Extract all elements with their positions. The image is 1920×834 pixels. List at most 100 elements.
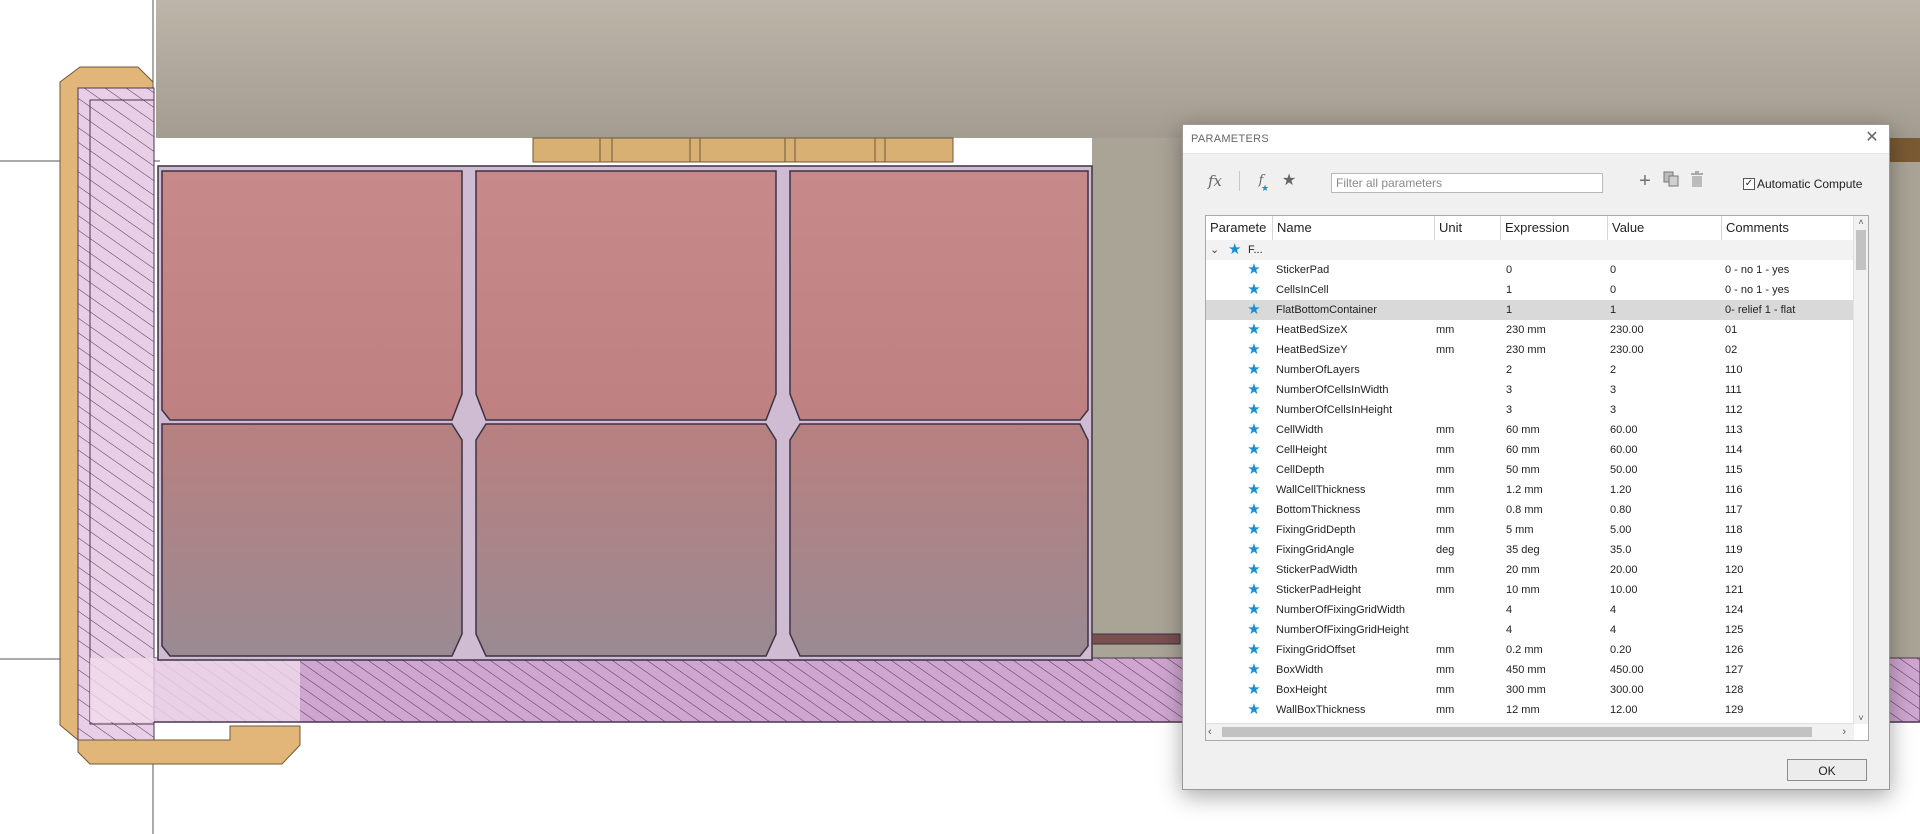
close-icon[interactable]: ✕ xyxy=(1863,129,1881,147)
table-row[interactable]: ★ HeatBedSizeY mm 230 mm 230.00 02 xyxy=(1206,340,1854,360)
parameter-comment[interactable]: 0 - no 1 - yes xyxy=(1725,280,1850,300)
parameter-comment[interactable]: 114 xyxy=(1725,440,1850,460)
parameter-comment[interactable]: 120 xyxy=(1725,560,1850,580)
table-row[interactable]: ★ CellDepth mm 50 mm 50.00 115 xyxy=(1206,460,1854,480)
scroll-up-icon[interactable]: ˄ xyxy=(1854,216,1868,228)
favorite-star-icon[interactable]: ★ xyxy=(1244,620,1264,640)
parameter-expression[interactable]: 50 mm xyxy=(1506,460,1606,480)
table-row[interactable]: ★ FlatBottomContainer 1 1 0- relief 1 - flat xyxy=(1206,300,1854,320)
parameter-comment[interactable]: 125 xyxy=(1725,620,1850,640)
favorite-star-icon[interactable]: ★ xyxy=(1244,300,1264,320)
parameter-expression[interactable]: 12 mm xyxy=(1506,700,1606,720)
favorite-star-icon[interactable]: ★ xyxy=(1244,640,1264,660)
parameter-expression[interactable]: 3 xyxy=(1506,400,1606,420)
parameter-comment[interactable]: 110 xyxy=(1725,360,1850,380)
parameter-expression[interactable]: 3 xyxy=(1506,380,1606,400)
parameter-comment[interactable]: 119 xyxy=(1725,540,1850,560)
parameter-expression[interactable]: 0.2 mm xyxy=(1506,640,1606,660)
table-row[interactable]: ★ NumberOfLayers 2 2 110 xyxy=(1206,360,1854,380)
parameter-expression[interactable]: 0.8 mm xyxy=(1506,500,1606,520)
table-row[interactable]: ★ StickerPadHeight mm 10 mm 10.00 121 xyxy=(1206,580,1854,600)
table-row[interactable]: ★ BottomThickness mm 0.8 mm 0.80 117 xyxy=(1206,500,1854,520)
column-header-unit[interactable]: Unit xyxy=(1435,216,1501,240)
parameter-comment[interactable]: 127 xyxy=(1725,660,1850,680)
table-row[interactable]: ★ NumberOfFixingGridHeight 4 4 125 xyxy=(1206,620,1854,640)
vertical-scrollbar[interactable]: ˄ ˅ xyxy=(1853,216,1868,724)
parameter-comment[interactable]: 126 xyxy=(1725,640,1850,660)
column-header-expression[interactable]: Expression xyxy=(1501,216,1608,240)
table-row[interactable]: ★ NumberOfCellsInHeight 3 3 112 xyxy=(1206,400,1854,420)
table-row[interactable]: ★ WallBoxThickness mm 12 mm 12.00 129 xyxy=(1206,700,1854,720)
chevron-down-icon[interactable]: ⌄ xyxy=(1210,240,1219,260)
table-row[interactable]: ★ BoxHeight mm 300 mm 300.00 128 xyxy=(1206,680,1854,700)
parameter-expression[interactable]: 60 mm xyxy=(1506,420,1606,440)
parameter-comment[interactable]: 128 xyxy=(1725,680,1850,700)
favorite-star-icon[interactable]: ★ xyxy=(1244,460,1264,480)
parameter-expression[interactable]: 5 mm xyxy=(1506,520,1606,540)
automatic-compute-checkbox[interactable]: ✓ xyxy=(1743,178,1755,190)
parameter-comment[interactable]: 124 xyxy=(1725,600,1850,620)
table-row[interactable]: ★ NumberOfCellsInWidth 3 3 111 xyxy=(1206,380,1854,400)
favorite-star-icon[interactable]: ★ xyxy=(1244,480,1264,500)
parameter-expression[interactable]: 10 mm xyxy=(1506,580,1606,600)
table-row[interactable]: ★ CellHeight mm 60 mm 60.00 114 xyxy=(1206,440,1854,460)
parameter-expression[interactable]: 230 mm xyxy=(1506,340,1606,360)
table-row[interactable]: ★ NumberOfFixingGridWidth 4 4 124 xyxy=(1206,600,1854,620)
favorite-star-icon[interactable]: ★ xyxy=(1244,540,1264,560)
delete-icon[interactable] xyxy=(1687,171,1707,191)
favorite-star-icon[interactable]: ★ xyxy=(1244,400,1264,420)
column-header-value[interactable]: Value xyxy=(1608,216,1722,240)
favorite-star-icon[interactable]: ★ xyxy=(1244,440,1264,460)
favorite-star-icon[interactable]: ★ xyxy=(1244,520,1264,540)
parameter-comment[interactable]: 113 xyxy=(1725,420,1850,440)
favorite-star-icon[interactable]: ★ xyxy=(1244,560,1264,580)
column-header-comments[interactable]: Comments xyxy=(1722,216,1854,240)
scroll-left-icon[interactable]: ‹ xyxy=(1208,724,1212,740)
favorite-star-icon[interactable]: ★ xyxy=(1244,320,1264,340)
fx-icon[interactable]: fx xyxy=(1205,171,1225,191)
favorite-star-icon[interactable]: ★ xyxy=(1244,660,1264,680)
favorite-star-icon[interactable]: ★ xyxy=(1244,420,1264,440)
parameter-comment[interactable]: 129 xyxy=(1725,700,1850,720)
parameter-expression[interactable]: 1.2 mm xyxy=(1506,480,1606,500)
vertical-scroll-thumb[interactable] xyxy=(1856,230,1866,270)
table-row[interactable]: ★ CellWidth mm 60 mm 60.00 113 xyxy=(1206,420,1854,440)
table-row[interactable]: ★ WallCellThickness mm 1.2 mm 1.20 116 xyxy=(1206,480,1854,500)
dialog-titlebar[interactable]: PARAMETERS ✕ xyxy=(1183,125,1889,154)
table-row[interactable]: ★ StickerPad 0 0 0 - no 1 - yes xyxy=(1206,260,1854,280)
parameter-expression[interactable]: 300 mm xyxy=(1506,680,1606,700)
favorite-star-icon[interactable]: ★ xyxy=(1244,580,1264,600)
favorite-star-icon[interactable]: ★ xyxy=(1244,500,1264,520)
parameter-comment[interactable]: 121 xyxy=(1725,580,1850,600)
favorite-star-icon[interactable]: ★ xyxy=(1244,280,1264,300)
parameter-comment[interactable]: 117 xyxy=(1725,500,1850,520)
automatic-compute-toggle[interactable]: ✓ Automatic Compute xyxy=(1743,175,1862,193)
table-row[interactable]: ★ HeatBedSizeX mm 230 mm 230.00 01 xyxy=(1206,320,1854,340)
add-icon[interactable]: + xyxy=(1635,171,1655,191)
column-header-parameter[interactable]: Paramete xyxy=(1206,216,1273,240)
copy-icon[interactable] xyxy=(1661,171,1681,191)
parameter-comment[interactable]: 111 xyxy=(1725,380,1850,400)
table-row[interactable]: ★ FixingGridAngle deg 35 deg 35.0 119 xyxy=(1206,540,1854,560)
parameter-expression[interactable]: 2 xyxy=(1506,360,1606,380)
parameter-comment[interactable]: 0- relief 1 - flat xyxy=(1725,300,1850,320)
parameter-expression[interactable]: 1 xyxy=(1506,280,1606,300)
parameter-expression[interactable]: 60 mm xyxy=(1506,440,1606,460)
table-row[interactable]: ★ FixingGridDepth mm 5 mm 5.00 118 xyxy=(1206,520,1854,540)
favorite-star-icon[interactable]: ★ xyxy=(1244,340,1264,360)
parameter-comment[interactable]: 118 xyxy=(1725,520,1850,540)
parameter-comment[interactable]: 116 xyxy=(1725,480,1850,500)
parameter-expression[interactable]: 4 xyxy=(1506,600,1606,620)
scroll-right-icon[interactable]: › xyxy=(1842,724,1846,740)
ok-button[interactable]: OK xyxy=(1787,759,1867,781)
parameter-comment[interactable]: 0 - no 1 - yes xyxy=(1725,260,1850,280)
horizontal-scroll-thumb[interactable] xyxy=(1222,727,1812,737)
favorite-star-icon[interactable]: ★ xyxy=(1244,600,1264,620)
parameter-expression[interactable]: 230 mm xyxy=(1506,320,1606,340)
horizontal-scrollbar[interactable]: ‹ › xyxy=(1206,723,1854,740)
table-row[interactable]: ★ CellsInCell 1 0 0 - no 1 - yes xyxy=(1206,280,1854,300)
table-row[interactable]: ★ FixingGridOffset mm 0.2 mm 0.20 126 xyxy=(1206,640,1854,660)
parameter-expression[interactable]: 450 mm xyxy=(1506,660,1606,680)
scroll-down-icon[interactable]: ˅ xyxy=(1854,712,1868,724)
table-row[interactable]: ★ BoxWidth mm 450 mm 450.00 127 xyxy=(1206,660,1854,680)
